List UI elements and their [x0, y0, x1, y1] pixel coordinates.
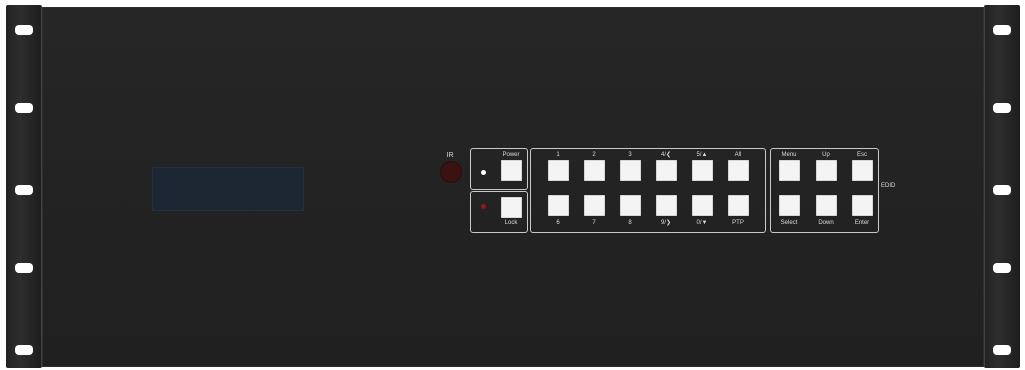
button-label: 0/▼	[696, 220, 708, 226]
lock-label: Lock	[504, 220, 518, 226]
right-rack-ear	[984, 5, 1020, 368]
button-label: Up	[822, 152, 830, 158]
button-label: 5/▲	[696, 152, 708, 158]
button-label: Menu	[781, 152, 797, 158]
matrix-switcher-front-panel: IR Power Lock 1 2 3 4/❮ 5/▲ All 6 7 8 9/…	[0, 0, 1025, 370]
channel-9-right-button[interactable]	[656, 195, 677, 216]
channel-0-down-button[interactable]	[692, 195, 713, 216]
up-button[interactable]	[816, 160, 837, 181]
button-label: 4/❮	[660, 152, 672, 158]
rack-mount-slot	[993, 345, 1011, 355]
select-button[interactable]	[779, 195, 800, 216]
button-label: All	[734, 152, 742, 158]
power-label: Power	[502, 152, 520, 158]
channel-3-button[interactable]	[620, 160, 641, 181]
rack-mount-slot	[15, 345, 33, 355]
rack-mount-slot	[15, 185, 33, 195]
channel-4-left-button[interactable]	[656, 160, 677, 181]
rack-mount-slot	[15, 263, 33, 273]
rack-mount-slot	[15, 25, 33, 35]
power-led-icon	[481, 170, 486, 175]
ptp-button[interactable]	[728, 195, 749, 216]
power-button[interactable]	[501, 160, 522, 181]
enter-button[interactable]	[852, 195, 873, 216]
button-label: PTP	[732, 220, 744, 226]
menu-button[interactable]	[779, 160, 800, 181]
button-label: 9/❯	[660, 220, 672, 226]
button-label: Select	[780, 220, 798, 226]
button-label: 7	[592, 220, 596, 226]
channel-1-button[interactable]	[548, 160, 569, 181]
rack-mount-slot	[993, 185, 1011, 195]
ir-sensor-icon	[441, 162, 461, 182]
ir-label: IR	[446, 152, 454, 159]
lcd-display	[152, 167, 304, 211]
rack-mount-slot	[993, 25, 1011, 35]
channel-8-button[interactable]	[620, 195, 641, 216]
button-label: 6	[556, 220, 560, 226]
button-label: 3	[628, 152, 632, 158]
down-button[interactable]	[816, 195, 837, 216]
button-label: 2	[592, 152, 596, 158]
channel-6-button[interactable]	[548, 195, 569, 216]
channel-7-button[interactable]	[584, 195, 605, 216]
esc-button[interactable]	[852, 160, 873, 181]
rack-mount-slot	[993, 103, 1011, 113]
all-button[interactable]	[728, 160, 749, 181]
rack-mount-slot	[993, 263, 1011, 273]
button-label: 8	[628, 220, 632, 226]
rack-mount-slot	[15, 103, 33, 113]
button-label: Enter	[854, 220, 870, 226]
button-label: Esc	[856, 152, 867, 158]
left-rack-ear	[6, 5, 42, 368]
button-label: Down	[818, 220, 834, 226]
channel-5-up-button[interactable]	[692, 160, 713, 181]
channel-2-button[interactable]	[584, 160, 605, 181]
edid-label: EDID	[881, 183, 896, 189]
lock-button[interactable]	[501, 197, 522, 218]
lock-led-icon	[481, 204, 486, 209]
button-label: 1	[556, 152, 560, 158]
